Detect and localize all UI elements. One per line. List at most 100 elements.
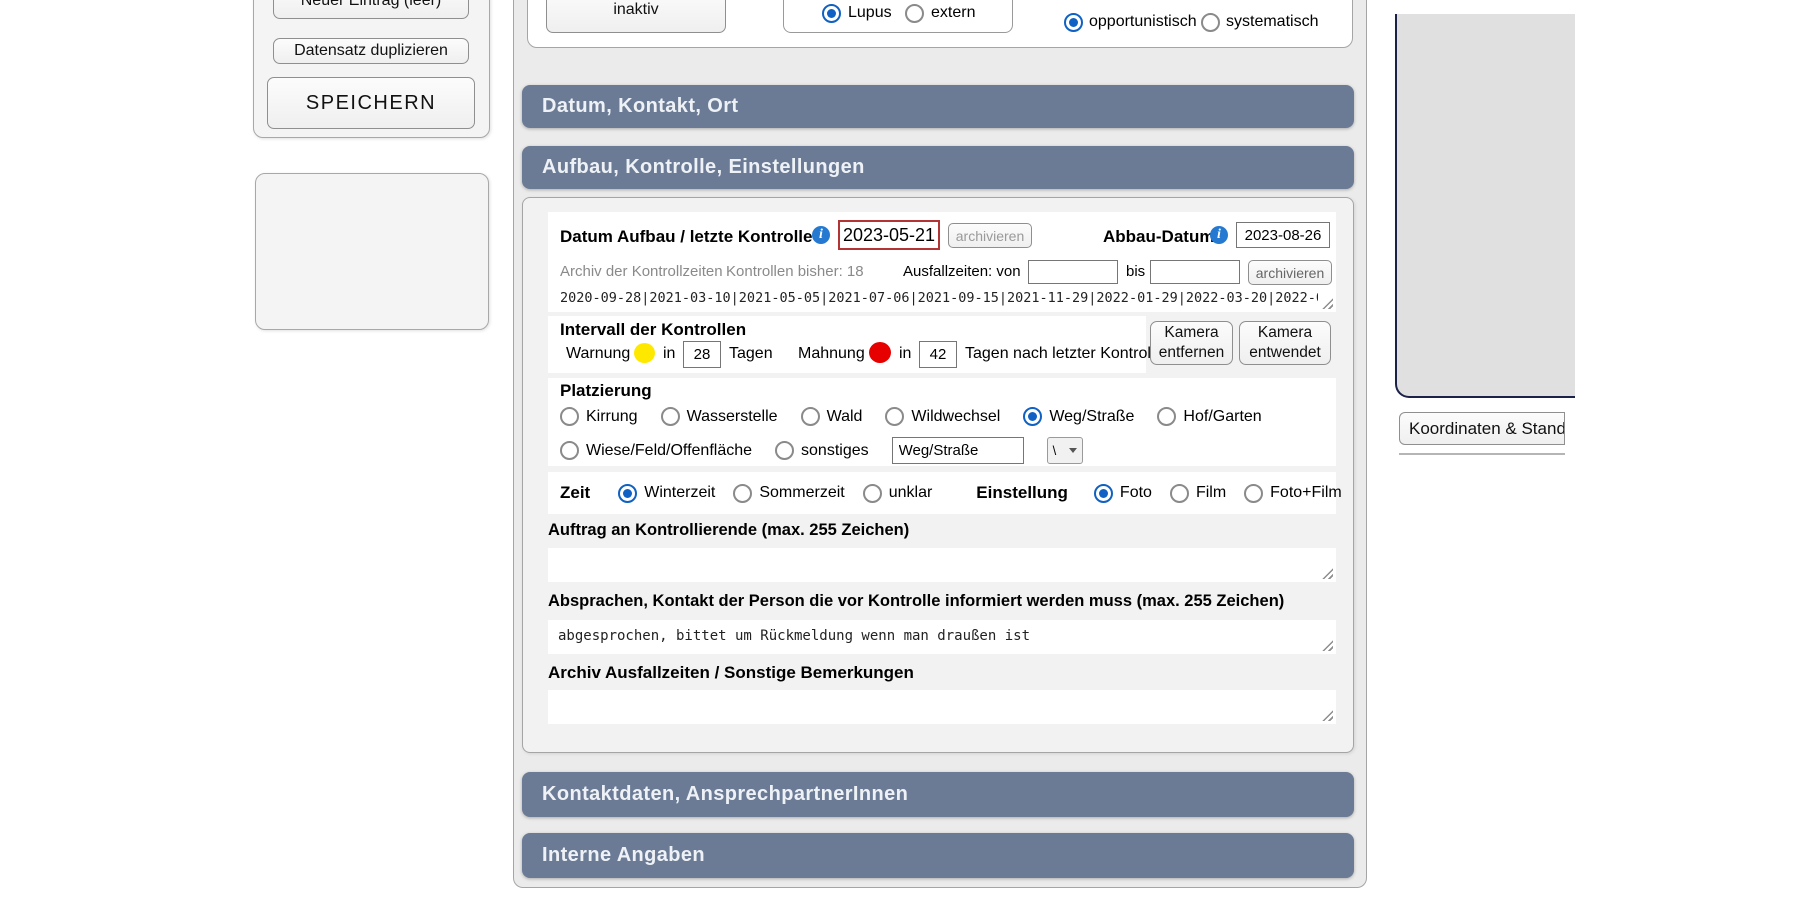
radio-wiese-feld[interactable]: [560, 441, 579, 460]
placement-option[interactable]: Kirrung: [560, 407, 638, 426]
radio-winterzeit[interactable]: [618, 484, 637, 503]
absprachen-value: abgesprochen, bittet um Rückmeldung wenn…: [558, 628, 1030, 644]
resize-grip[interactable]: [1322, 640, 1333, 651]
radio-lupus[interactable]: [822, 4, 841, 23]
reminder-days-input[interactable]: [919, 341, 957, 368]
radio-unklar[interactable]: [863, 484, 882, 503]
dropdown-value: \: [1053, 443, 1057, 458]
app-root: Neuer Eintrag (leer) Datensatz duplizier…: [0, 0, 1796, 902]
einstellung-option[interactable]: Foto+Film: [1244, 484, 1342, 503]
warning-dot-yellow: [634, 343, 655, 363]
zeit-option[interactable]: unklar: [863, 484, 933, 503]
duplicate-record-button[interactable]: Datensatz duplizieren: [273, 38, 469, 64]
teardown-date-input[interactable]: [1236, 222, 1330, 248]
zeit-option[interactable]: Sommerzeit: [733, 484, 844, 503]
archive-date-button[interactable]: archivieren: [948, 223, 1032, 248]
section-header-datum-kontakt-ort[interactable]: Datum, Kontakt, Ort: [522, 85, 1354, 128]
archive-times-link[interactable]: Archiv der Kontrollzeiten: [560, 263, 723, 280]
placement-option[interactable]: Wald: [801, 407, 863, 426]
control-history-field[interactable]: 2020-09-28|2021-03-10|2021-05-05|2021-07…: [560, 290, 1318, 306]
radio-label: Sommerzeit: [759, 484, 844, 502]
placement-option[interactable]: Wildwechsel: [885, 407, 1000, 426]
radio-label: Weg/Straße: [1049, 408, 1134, 426]
radio-sonstiges[interactable]: [775, 441, 794, 460]
placement-option[interactable]: Weg/Straße: [1023, 407, 1134, 426]
radio-label: Wildwechsel: [911, 408, 1000, 426]
zeit-row: Zeit Winterzeit Sommerzeit unklar Einste…: [560, 472, 1342, 514]
resize-grip[interactable]: [1322, 710, 1333, 721]
placement-option[interactable]: sonstiges: [775, 441, 869, 460]
placement-option[interactable]: Wasserstelle: [661, 407, 778, 426]
info-icon[interactable]: i: [1210, 226, 1228, 244]
bemerkungen-textarea[interactable]: [548, 690, 1336, 724]
archive-downtime-button[interactable]: archivieren: [1248, 260, 1332, 285]
section-title: Datum, Kontakt, Ort: [542, 95, 739, 118]
radio-opportunistisch[interactable]: [1064, 13, 1083, 32]
in-label: in: [663, 345, 675, 363]
auftrag-label: Auftrag an Kontrollierende (max. 255 Zei…: [548, 521, 909, 540]
inactive-button[interactable]: inaktiv: [546, 0, 726, 33]
downtime-to-input[interactable]: [1150, 260, 1240, 284]
coordinates-location-button[interactable]: Koordinaten & Stando: [1399, 412, 1565, 445]
auftrag-textarea[interactable]: [548, 548, 1336, 582]
radio-wasserstelle[interactable]: [661, 407, 680, 426]
save-button[interactable]: SPEICHERN: [267, 77, 475, 129]
radio-weg-strasse[interactable]: [1023, 407, 1042, 426]
radio-extern[interactable]: [905, 4, 924, 23]
radio-foto-film[interactable]: [1244, 484, 1263, 503]
zeit-option[interactable]: Winterzeit: [618, 484, 715, 503]
reminder-label: Mahnung: [798, 345, 865, 363]
warning-label: Warnung: [566, 345, 630, 363]
after-last-control-label: Tagen nach letzter Kontrolle.: [965, 345, 1168, 363]
radio-sommerzeit[interactable]: [733, 484, 752, 503]
warning-days-input[interactable]: [683, 341, 721, 368]
teardown-date-label: Abbau-Datum: [1103, 227, 1214, 247]
radio-label: Foto: [1120, 484, 1152, 502]
placement-option[interactable]: Hof/Garten: [1157, 407, 1261, 426]
radio-extern-label: extern: [931, 4, 975, 22]
tagen-label: Tagen: [729, 345, 773, 363]
cut-element-divider: [1399, 453, 1565, 455]
camera-remove-line1: Kamera: [1164, 323, 1218, 343]
camera-stolen-line2: entwendet: [1249, 343, 1321, 363]
radio-film[interactable]: [1170, 484, 1189, 503]
section-header-kontaktdaten[interactable]: Kontaktdaten, AnsprechpartnerInnen: [522, 772, 1354, 817]
einstellung-option[interactable]: Film: [1170, 484, 1226, 503]
bemerkungen-label: Archiv Ausfallzeiten / Sonstige Bemerkun…: [548, 663, 914, 683]
section-header-interne-angaben[interactable]: Interne Angaben: [522, 833, 1354, 878]
new-entry-button[interactable]: Neuer Eintrag (leer): [273, 0, 469, 19]
interval-title: Intervall der Kontrollen: [560, 320, 746, 340]
radio-wald[interactable]: [801, 407, 820, 426]
einstellung-option[interactable]: Foto: [1094, 484, 1152, 503]
radio-hof-garten[interactable]: [1157, 407, 1176, 426]
radio-label: Hof/Garten: [1183, 408, 1261, 426]
absprachen-label: Absprachen, Kontakt der Person die vor K…: [548, 592, 1284, 611]
archive-downtime-button-label: archivieren: [1256, 265, 1324, 281]
radio-kirrung[interactable]: [560, 407, 579, 426]
placement-row2: Wiese/Feld/Offenfläche sonstiges \: [560, 437, 1083, 464]
new-entry-label: Neuer Eintrag (leer): [301, 0, 442, 10]
tools-menu-panel: i Datenverteilung Tabellenansicht Datenk…: [255, 173, 489, 330]
radio-wildwechsel[interactable]: [885, 407, 904, 426]
setup-date-input[interactable]: [838, 220, 940, 250]
resize-grip[interactable]: [1322, 568, 1333, 579]
map-panel[interactable]: [1395, 14, 1575, 398]
section-header-aufbau[interactable]: Aufbau, Kontrolle, Einstellungen: [522, 146, 1354, 189]
coordinates-location-label: Koordinaten & Stando: [1409, 419, 1565, 439]
downtime-label: Ausfallzeiten: von: [903, 263, 1021, 280]
camera-stolen-button[interactable]: Kamera entwendet: [1239, 321, 1331, 365]
camera-remove-line2: entfernen: [1159, 343, 1225, 363]
section-title: Aufbau, Kontrolle, Einstellungen: [542, 156, 865, 179]
controls-count: Kontrollen bisher: 18: [726, 263, 864, 280]
radio-label: Winterzeit: [644, 484, 715, 502]
info-icon[interactable]: i: [812, 226, 830, 244]
absprachen-textarea[interactable]: abgesprochen, bittet um Rückmeldung wenn…: [548, 620, 1336, 654]
placement-dropdown[interactable]: \: [1047, 437, 1083, 464]
placement-option[interactable]: Wiese/Feld/Offenfläche: [560, 441, 752, 460]
radio-foto[interactable]: [1094, 484, 1113, 503]
downtime-from-input[interactable]: [1028, 260, 1118, 284]
placement-other-input[interactable]: [892, 437, 1024, 464]
placement-row1: Kirrung Wasserstelle Wald Wildwechsel We…: [560, 407, 1262, 426]
radio-systematisch[interactable]: [1201, 13, 1220, 32]
camera-remove-button[interactable]: Kamera entfernen: [1150, 321, 1233, 365]
